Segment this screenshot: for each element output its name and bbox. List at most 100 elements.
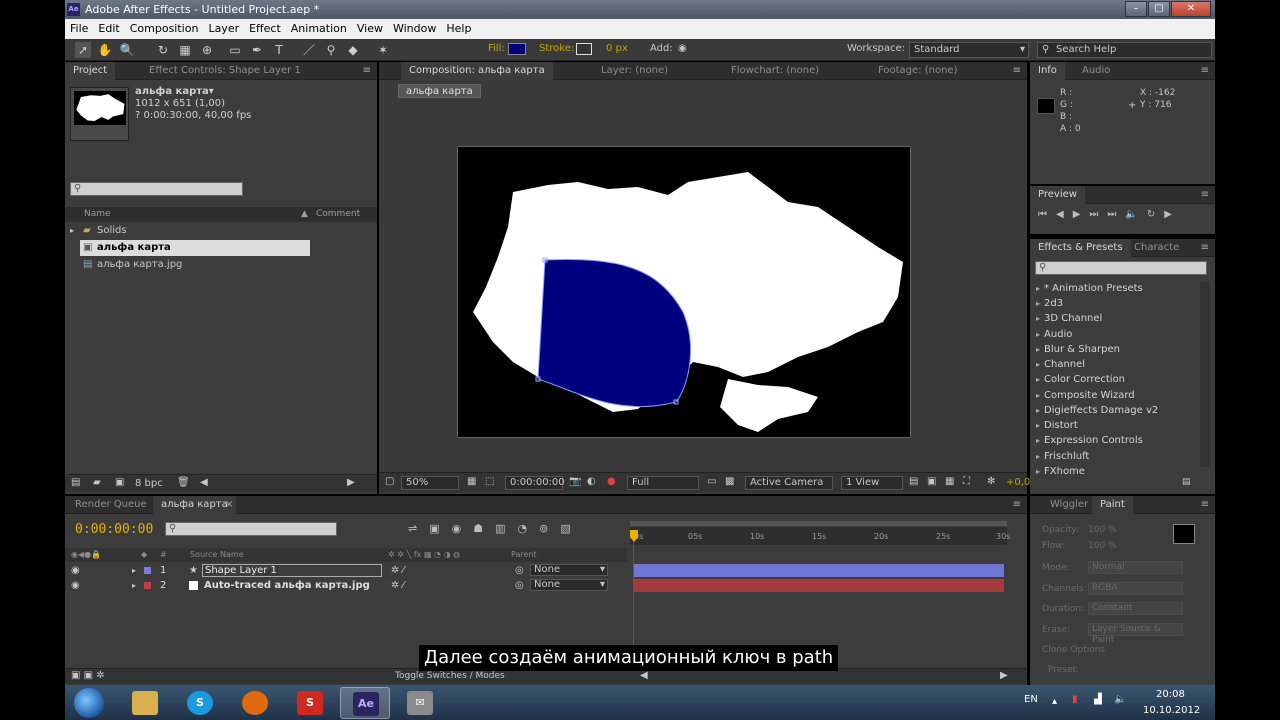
- effect-category[interactable]: Frischluft: [1036, 449, 1196, 464]
- effect-category[interactable]: Color Correction: [1036, 372, 1196, 387]
- layer-name[interactable]: Auto-traced альфа карта.jpg: [204, 578, 370, 593]
- taskbar-mail[interactable]: ✉: [395, 687, 445, 719]
- pen-tool-icon[interactable]: ✒: [249, 42, 265, 58]
- effect-category[interactable]: 3D Channel: [1036, 311, 1196, 326]
- graph-editor-icon[interactable]: ⊚: [539, 522, 548, 535]
- effect-category[interactable]: Distort: [1036, 418, 1196, 433]
- camera-select[interactable]: Active Camera: [745, 476, 833, 490]
- view-layout-select[interactable]: 1 View: [841, 476, 903, 490]
- paint-mode-select[interactable]: Normal: [1088, 561, 1183, 574]
- clone-options-section[interactable]: Clone Options: [1042, 645, 1105, 655]
- magnification-select[interactable]: 50%: [401, 476, 459, 490]
- tab-info[interactable]: Info: [1030, 62, 1065, 80]
- network-icon[interactable]: ▟: [1094, 694, 1102, 705]
- layer-row-2[interactable]: ◉ ▸ 2 Auto-traced альфа карта.jpg ✲ ⁄ ◎ …: [65, 578, 627, 593]
- work-area-bar[interactable]: [630, 521, 1007, 526]
- show-hidden-icons[interactable]: ▴: [1052, 696, 1057, 707]
- effect-category[interactable]: Channel: [1036, 357, 1196, 372]
- menu-help[interactable]: Help: [441, 19, 476, 39]
- switch-icons[interactable]: ✲ ⁄: [391, 578, 404, 593]
- camera-tool-icon[interactable]: ▦: [177, 42, 193, 58]
- composition-viewer[interactable]: [457, 146, 911, 438]
- comp-mini-flowchart-icon[interactable]: ⇌: [408, 522, 417, 535]
- live-update-icon[interactable]: ▣: [429, 522, 439, 535]
- menu-effect[interactable]: Effect: [244, 19, 286, 39]
- menu-window[interactable]: Window: [388, 19, 441, 39]
- brainstorm-icon[interactable]: ▧: [560, 522, 570, 535]
- menu-file[interactable]: File: [65, 19, 93, 39]
- paint-opacity-value[interactable]: 100 %: [1088, 525, 1117, 535]
- stroke-color-swatch[interactable]: [576, 43, 592, 55]
- mask-visibility-icon[interactable]: ⬚: [485, 476, 494, 487]
- bpc-label[interactable]: 8 bpc: [135, 478, 163, 489]
- draft-3d-icon[interactable]: ◉: [452, 522, 462, 535]
- tab-audio[interactable]: Audio: [1074, 62, 1118, 80]
- clone-stamp-tool-icon[interactable]: ⚲: [323, 42, 339, 58]
- effect-category[interactable]: FXhome: [1036, 464, 1196, 479]
- hand-tool-icon[interactable]: ✋: [97, 42, 113, 58]
- paint-duration-select[interactable]: Constant: [1088, 602, 1183, 615]
- taskbar-after-effects[interactable]: Ae: [340, 687, 390, 719]
- layer-1-duration-bar[interactable]: [634, 564, 1004, 577]
- new-comp-icon[interactable]: ▣: [115, 477, 124, 488]
- pan-behind-tool-icon[interactable]: ⊕: [199, 42, 215, 58]
- exposure-icon[interactable]: ✻: [987, 476, 995, 487]
- effect-category[interactable]: Digieffects Damage v2: [1036, 403, 1196, 418]
- loop-icon[interactable]: ↻: [1147, 209, 1155, 220]
- snapshot-icon[interactable]: 📷: [569, 476, 581, 487]
- parent-select[interactable]: None ▾: [530, 579, 608, 591]
- tab-timeline-comp[interactable]: альфа карта: [153, 496, 236, 514]
- effect-category[interactable]: 2d3: [1036, 296, 1196, 311]
- effect-category[interactable]: Audio: [1036, 327, 1196, 342]
- workspace-select[interactable]: Standard ▾: [909, 42, 1029, 58]
- play-icon[interactable]: ▶: [1073, 209, 1081, 220]
- comp-breadcrumb[interactable]: альфа карта: [398, 84, 481, 98]
- selection-tool-icon[interactable]: ➚: [75, 42, 91, 58]
- layer-2-duration-bar[interactable]: [634, 579, 1004, 592]
- panel-menu-icon[interactable]: ≡: [1201, 242, 1209, 253]
- toggle-pixel-icon[interactable]: ▤: [909, 476, 918, 487]
- label-color[interactable]: [144, 582, 151, 589]
- parent-select[interactable]: None ▾: [530, 564, 608, 576]
- channel-icon[interactable]: ●: [607, 476, 616, 487]
- paint-erase-select[interactable]: Layer Source & Paint: [1088, 623, 1183, 645]
- taskbar-explorer[interactable]: [120, 687, 170, 719]
- panel-menu-icon[interactable]: ≡: [1013, 499, 1021, 510]
- zoom-in-icon[interactable]: ▶: [1000, 670, 1008, 681]
- fast-previews-icon[interactable]: ▣: [927, 476, 936, 487]
- panel-menu-icon[interactable]: ≡: [1201, 499, 1209, 510]
- zoom-out-icon[interactable]: ◀: [640, 670, 648, 681]
- tray-time[interactable]: 20:08: [1156, 689, 1185, 700]
- flowchart-icon[interactable]: ⛶: [963, 476, 970, 487]
- eye-icon[interactable]: ◉: [71, 563, 80, 578]
- project-item-footage[interactable]: ▤ альфа карта.jpg: [80, 257, 310, 273]
- effect-category[interactable]: * Animation Presets: [1036, 281, 1196, 296]
- tray-app-icon[interactable]: ▮: [1072, 694, 1078, 705]
- taskbar-slides[interactable]: S: [285, 687, 335, 719]
- previous-frame-icon[interactable]: ◀: [1056, 209, 1064, 220]
- always-preview-icon[interactable]: ▢: [385, 476, 394, 487]
- parent-pickwhip-icon[interactable]: ◎: [515, 563, 524, 578]
- project-item-solids[interactable]: ▸ ▰ Solids: [70, 223, 310, 239]
- switch-icons[interactable]: ✲ ⁄: [391, 563, 404, 578]
- toggle-switches-button[interactable]: Toggle Switches / Modes: [395, 671, 505, 681]
- resolution-select[interactable]: Full: [627, 476, 699, 490]
- rectangle-tool-icon[interactable]: ▭: [227, 42, 243, 58]
- header-source-name[interactable]: Source Name: [190, 548, 244, 562]
- region-of-interest-icon[interactable]: ▭: [707, 476, 716, 487]
- frame-blending-icon[interactable]: ▥: [495, 522, 505, 535]
- tab-footage[interactable]: Footage: (none): [870, 62, 965, 80]
- layer-row-1[interactable]: ◉ ▸ 1 ★ Shape Layer 1 ✲ ⁄ ◎ None ▾: [65, 563, 627, 578]
- minimize-button[interactable]: –: [1125, 1, 1147, 17]
- language-indicator[interactable]: EN: [1024, 694, 1038, 705]
- add-button[interactable]: ◉: [678, 43, 687, 54]
- effects-search-input[interactable]: ⚲: [1035, 261, 1207, 275]
- paint-channels-select[interactable]: RGBA: [1088, 582, 1183, 595]
- zoom-tool-icon[interactable]: 🔍: [119, 42, 135, 58]
- time-ruler[interactable]: 0s 05s 10s 15s 20s 25s 30s: [630, 527, 1010, 545]
- motion-blur-icon[interactable]: ◔: [518, 522, 528, 535]
- tab-composition[interactable]: Composition: альфа карта: [401, 62, 553, 80]
- ram-preview-icon[interactable]: ▶: [1164, 209, 1172, 220]
- panel-menu-icon[interactable]: ≡: [363, 65, 371, 76]
- label-color[interactable]: [144, 567, 151, 574]
